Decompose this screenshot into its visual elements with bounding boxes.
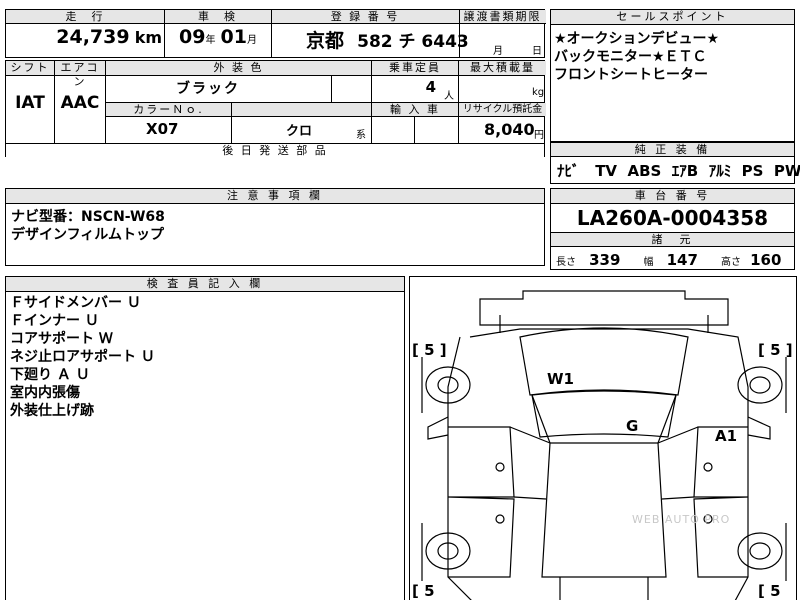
sales-line: ★オークションデビュー★: [554, 31, 720, 47]
tire-rear-left: [ 5: [412, 582, 435, 600]
notes-label: 注 意 事 項 欄: [6, 189, 544, 204]
capacity-value: 4: [425, 78, 436, 96]
dimensions-label: 諸 元: [551, 232, 794, 247]
mileage-value: 24,739: [56, 26, 130, 48]
equipment-label: 純 正 装 備: [551, 143, 794, 157]
equipment-list: ﾅﾋﾞ TV ABS ｴｱB ｱﾙﾐ PS PW: [557, 160, 800, 181]
tire-front-left: [ 5 ]: [412, 341, 447, 359]
inspector-line: 室内内張傷: [10, 385, 80, 401]
inspector-line: Ｆインナー Ｕ: [10, 313, 99, 329]
inspection-year-unit: 年: [205, 35, 216, 46]
color-no-label: カラーＮｏ.: [106, 103, 231, 116]
equipment-item: ｴｱB: [671, 162, 699, 180]
transfer-day-unit: 日: [532, 46, 542, 57]
mileage-label: 走 行: [6, 10, 164, 24]
sales-point-box: セールスポイント ★オークションデビュー★ バックモニター★ＥＴＣ フロントシー…: [550, 9, 795, 142]
max-load-label: 最大積載量: [459, 61, 546, 75]
registration-cell: 京都 582 チ 6443: [306, 26, 469, 56]
chassis-label: 車 台 番 号: [551, 189, 794, 204]
length-value: 339: [589, 251, 621, 269]
equipment-item: ｱﾙﾐ: [708, 162, 732, 180]
damage-mark-g: G: [626, 417, 639, 435]
capacity-label: 乗車定員: [372, 61, 458, 75]
registration-area: 京都: [306, 30, 345, 52]
sales-line: フロントシートヒーター: [554, 67, 708, 83]
recycle-value: 8,040: [484, 120, 535, 139]
tire-front-right: [ 5 ]: [758, 341, 793, 359]
inspector-line: コアサポート Ｗ: [10, 331, 113, 347]
recycle-label: リサイクル預託金: [459, 103, 546, 116]
mileage-unit: km: [134, 28, 162, 47]
parts-label: 後 日 発 送 部 品: [6, 144, 544, 157]
height-label: 高さ: [721, 257, 741, 268]
equipment-item: PW: [773, 162, 800, 180]
width-label: 幅: [643, 257, 654, 268]
inspector-line: ネジ止ロアサポート Ｕ: [10, 349, 155, 365]
exterior-color-value: ブラック: [176, 81, 240, 97]
damage-mark-a1: A1: [715, 427, 738, 445]
ac-label: エアコン: [55, 61, 105, 88]
car-diagram: [421, 290, 787, 600]
inspection-label: 車 検: [164, 10, 271, 24]
color-no-value: X07: [146, 120, 179, 138]
inspector-box: 検 査 員 記 入 欄 Ｆサイドメンバー Ｕ Ｆインナー Ｕ コアサポート Ｗ …: [5, 276, 405, 600]
inspector-lines: Ｆサイドメンバー Ｕ Ｆインナー Ｕ コアサポート Ｗ ネジ止ロアサポート Ｕ …: [10, 294, 155, 420]
equipment-box: 純 正 装 備 ﾅﾋﾞ TV ABS ｴｱB ｱﾙﾐ PS PW: [550, 142, 800, 184]
mileage-cell: 24,739 km: [6, 26, 162, 56]
capacity-unit: 人: [444, 91, 454, 102]
inspector-line: Ｆサイドメンバー Ｕ: [10, 295, 141, 311]
damage-mark-w1: W1: [547, 370, 574, 388]
equipment-item: TV: [595, 162, 618, 180]
chassis-box: 車 台 番 号 LA260A-0004358 諸 元 長さ 339 幅 147 …: [550, 188, 795, 270]
registration-label: 登 録 番 号: [271, 10, 459, 24]
interior-color-value: クロ: [286, 124, 313, 139]
notes-line: デザインフィルムトップ: [11, 227, 165, 243]
transfer-deadline-label: 譲渡書類期限: [459, 10, 546, 24]
notes-box: 注 意 事 項 欄 ナビ型番：NSCN-W68 デザインフィルムトップ: [5, 188, 545, 266]
inspection-year: 09: [179, 26, 206, 48]
sales-point-lines: ★オークションデビュー★ バックモニター★ＥＴＣ フロントシートヒーター: [554, 30, 719, 84]
inspector-line: 下廻り Ａ Ｕ: [10, 367, 90, 383]
tire-rear-right: [ 5: [758, 582, 781, 600]
notes-lines: ナビ型番：NSCN-W68 デザインフィルムトップ: [11, 208, 165, 244]
interior-color-suffix: 系: [356, 130, 366, 141]
transfer-month-unit: 月: [493, 46, 503, 57]
notes-line: ナビ型番：NSCN-W68: [11, 209, 165, 225]
registration-number: 582 チ 6443: [357, 32, 469, 52]
length-label: 長さ: [556, 257, 576, 268]
max-load-unit: kg: [532, 87, 545, 98]
inspection-month-unit: 月: [247, 35, 257, 46]
inspection-cell: 09年 01月: [166, 26, 270, 56]
watermark: WEB AUTO PRO: [632, 513, 731, 526]
specs-table: シフト エアコン 外 装 色 乗車定員 最大積載量 IAT AAC ブラック 4…: [5, 60, 546, 157]
equipment-item: ﾅﾋﾞ: [557, 162, 580, 180]
chassis-number: LA260A-0004358: [576, 206, 769, 230]
shift-value: IAT: [15, 93, 45, 113]
width-value: 147: [666, 251, 698, 269]
interior-color-label: [232, 103, 371, 116]
sales-line: バックモニター★ＥＴＣ: [554, 49, 707, 65]
car-diagram-box: [ 5 ] [ 5 ] [ 5 [ 5 W1 G A1 WEB AUTO PRO: [409, 276, 797, 600]
equipment-item: ABS: [627, 162, 662, 180]
top-info-table: 走 行 車 検 登 録 番 号 譲渡書類期限 24,739 km 09年 01月…: [5, 9, 546, 58]
dimensions-row: 長さ 339 幅 147 高さ 160: [556, 250, 794, 269]
inspection-month: 01: [220, 26, 247, 48]
exterior-color-label: 外 装 色: [106, 61, 371, 75]
sales-point-label: セールスポイント: [551, 10, 794, 25]
inspector-label: 検 査 員 記 入 欄: [6, 277, 404, 292]
recycle-unit: 円: [534, 130, 544, 141]
inspector-line: 外装仕上げ跡: [10, 403, 94, 419]
height-value: 160: [750, 251, 782, 269]
equipment-item: PS: [741, 162, 764, 180]
shift-label: シフト: [6, 61, 54, 75]
ac-value: AAC: [60, 93, 100, 113]
import-label: 輸 入 車: [372, 103, 458, 116]
